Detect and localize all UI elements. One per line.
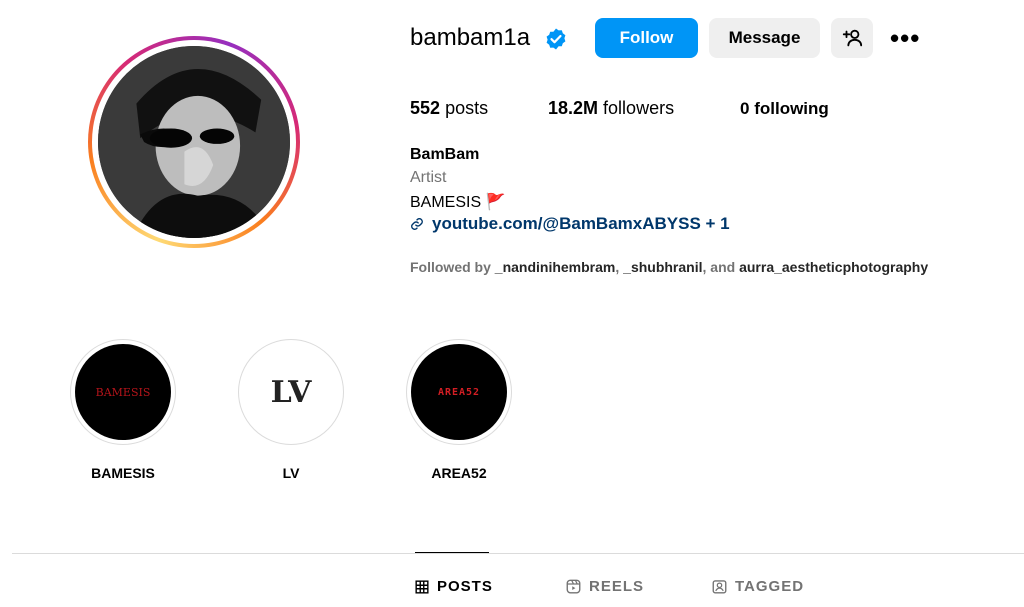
bio-line-text: BAMESIS <box>410 194 482 211</box>
highlight-image: AREA52 <box>411 344 507 440</box>
mutual-follower-2: _shubhranil <box>623 259 703 275</box>
highlight-cover-text: AREA52 <box>437 386 481 398</box>
tabs-divider <box>12 553 1024 554</box>
followed-by[interactable]: Followed by _nandinihembram, _shubhranil… <box>410 259 928 275</box>
tab-reels[interactable]: REELS <box>566 578 644 595</box>
stat-posts: 552 posts <box>410 96 488 120</box>
tab-posts[interactable]: POSTS <box>415 578 493 595</box>
highlight-label: LV <box>282 465 300 481</box>
profile-username: bambam1a <box>410 24 531 51</box>
message-button[interactable]: Message <box>709 18 820 58</box>
reels-icon <box>566 579 581 594</box>
following-count: 0 <box>740 99 750 118</box>
display-name: BamBam <box>410 146 480 163</box>
stat-following[interactable]: 0 following <box>740 97 829 121</box>
highlight-area52[interactable]: AREA52 <box>406 339 512 445</box>
mutual-follower-3: aurra_aestheticphotography <box>739 259 929 275</box>
add-user-button[interactable] <box>831 18 873 58</box>
stat-followers[interactable]: 18.2M followers <box>548 96 674 120</box>
tab-tagged[interactable]: TAGGED <box>712 578 804 595</box>
verified-badge-icon <box>546 28 566 50</box>
highlight-cover: LV <box>238 339 344 445</box>
followed-by-sep-2: , and <box>702 259 736 275</box>
bio-link-text: youtube.com/@BamBamxABYSS + 1 <box>432 214 730 233</box>
followed-by-sep-1: , <box>615 259 620 275</box>
highlight-cover: BAMESIS <box>70 339 176 445</box>
tab-label: REELS <box>589 578 645 595</box>
tab-label: TAGGED <box>735 578 805 595</box>
posts-label: posts <box>445 98 489 118</box>
highlight-image: LV <box>243 344 339 440</box>
avatar-inner-border <box>92 40 296 244</box>
posts-count: 552 <box>410 98 441 118</box>
profile-avatar[interactable] <box>88 36 300 248</box>
mutual-follower-1: _nandinihembram <box>494 259 616 275</box>
highlight-cover: AREA52 <box>406 339 512 445</box>
highlight-label: AREA52 <box>431 465 487 481</box>
add-person-icon <box>842 29 863 47</box>
following-label: following <box>754 99 829 118</box>
grid-icon <box>415 579 429 594</box>
highlight-cover-text: BAMESIS <box>95 385 151 399</box>
highlight-label: BAMESIS <box>91 465 155 481</box>
highlight-cover-text: LV <box>270 374 312 410</box>
more-options-button[interactable]: ••• <box>890 25 920 51</box>
profile-category: Artist <box>410 169 447 186</box>
followed-by-prefix: Followed by <box>410 259 491 275</box>
link-icon <box>411 218 423 230</box>
avatar-photo <box>98 46 290 238</box>
avatar-illustration <box>98 46 290 238</box>
follow-button[interactable]: Follow <box>595 18 698 58</box>
tagged-icon <box>712 580 727 594</box>
bio-text: BAMESIS 🚩 <box>410 192 506 212</box>
tab-label: POSTS <box>437 578 493 595</box>
followers-label: followers <box>603 98 675 118</box>
bio-link[interactable]: youtube.com/@BamBamxABYSS + 1 <box>410 214 730 234</box>
followers-count: 18.2M <box>548 98 599 118</box>
highlight-bamesis[interactable]: BAMESIS <box>70 339 176 445</box>
highlight-lv[interactable]: LV <box>238 339 344 445</box>
highlight-image: BAMESIS <box>75 344 171 440</box>
active-tab-indicator <box>415 552 489 553</box>
red-flag-emoji: 🚩 <box>485 194 506 211</box>
